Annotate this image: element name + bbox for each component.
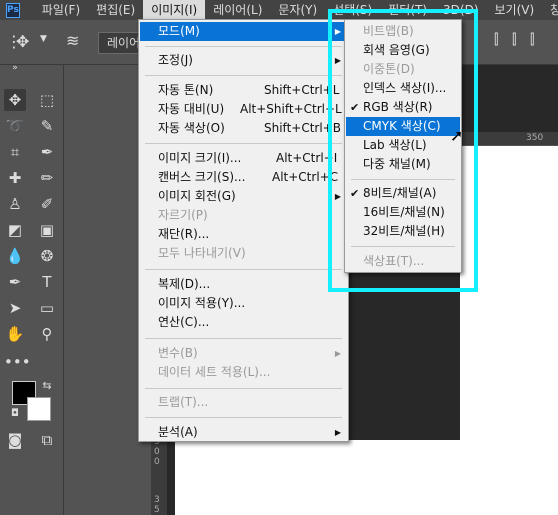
- hand-tool-icon[interactable]: ✋: [4, 323, 26, 345]
- move-tool-icon[interactable]: ✥: [16, 32, 29, 51]
- menu-item-auto-contrast[interactable]: 자동 대비(U) Alt+Shift+Ctrl+L: [140, 100, 347, 119]
- crop-tool-icon[interactable]: ⌗: [4, 141, 26, 163]
- screen-mode-icon[interactable]: ⧉: [36, 429, 58, 451]
- move-tool-icon[interactable]: ✥: [4, 89, 26, 111]
- quick-mask-icon[interactable]: ◙: [4, 429, 26, 451]
- pen-tool-icon[interactable]: ✒: [4, 271, 26, 293]
- default-colors-icon[interactable]: ◘: [4, 403, 26, 425]
- path-select-icon[interactable]: ➤: [4, 297, 26, 319]
- menu-item-label: 변수(B): [158, 346, 198, 360]
- menu-item-canvas-size[interactable]: 캔버스 크기(S)... Alt+Ctrl+C: [140, 168, 347, 187]
- menu-item-auto-tone[interactable]: 자동 톤(N) Shift+Ctrl+L: [140, 81, 347, 100]
- background-color-swatch[interactable]: [27, 397, 51, 421]
- ruler-vertical: 300 35: [151, 435, 167, 515]
- quick-select-icon[interactable]: ✎: [36, 115, 58, 137]
- menu-item-label: 이미지 적용(Y)...: [158, 296, 246, 310]
- photoshop-logo: Ps: [6, 2, 20, 18]
- rectangle-tool-icon[interactable]: ▭: [36, 297, 58, 319]
- menu-separator: [145, 143, 342, 144]
- eyedropper-icon[interactable]: ✒: [36, 141, 58, 163]
- brush-tool-icon[interactable]: ✏: [36, 167, 58, 189]
- menu-item-label: 모두 나타내기(V): [158, 246, 246, 260]
- menu-layer[interactable]: 레이어(L): [205, 0, 270, 20]
- menu-separator: [145, 269, 342, 270]
- menu-type[interactable]: 문자(Y): [270, 0, 325, 20]
- clone-stamp-icon[interactable]: ♙: [4, 193, 26, 215]
- menu-item-image-size[interactable]: 이미지 크기(I)... Alt+Ctrl+I: [140, 149, 347, 168]
- menu-item-variables: 변수(B) ▶: [140, 344, 347, 363]
- annotation-highlight-box: [328, 9, 478, 292]
- chevron-down-icon[interactable]: ▼: [40, 34, 47, 44]
- gradient-icon[interactable]: ▣: [36, 219, 58, 241]
- menu-item-label: 분석(A): [158, 425, 198, 439]
- menu-item-label: 모드(M): [158, 24, 200, 38]
- menu-view[interactable]: 보기(V): [487, 0, 543, 20]
- menu-item-reveal-all: 모두 나타내기(V): [140, 244, 347, 263]
- menu-item-adjustments[interactable]: 조정(J) ▶: [140, 51, 347, 70]
- menu-item-analysis[interactable]: 분석(A) ▶: [140, 423, 347, 442]
- menu-item-label: 재단(R)...: [158, 227, 210, 241]
- dodge-tool-icon[interactable]: ❂: [36, 245, 58, 267]
- menu-separator: [145, 417, 342, 418]
- menu-item-crop: 자르기(P): [140, 206, 347, 225]
- zoom-tool-icon[interactable]: ⚲: [36, 323, 58, 345]
- menu-item-image-rotation[interactable]: 이미지 회전(G) ▶: [140, 187, 347, 206]
- submenu-arrow-icon: ▶: [334, 428, 341, 437]
- menu-item-trim[interactable]: 재단(R)...: [140, 225, 347, 244]
- align-icon[interactable]: ⫿: [494, 32, 498, 48]
- menu-separator: [145, 46, 342, 47]
- distribute-icon[interactable]: ⫿: [530, 32, 534, 48]
- auto-select-icon[interactable]: ≋: [66, 31, 79, 50]
- layer-select[interactable]: 레이어: [98, 32, 142, 54]
- menu-item-label: 트랩(T)...: [158, 395, 209, 409]
- collapse-icon[interactable]: »: [4, 57, 26, 79]
- lasso-tool-icon[interactable]: ➰: [4, 115, 26, 137]
- menu-item-apply-image[interactable]: 이미지 적용(Y)...: [140, 294, 347, 313]
- ruler-tick-label: 35: [154, 495, 160, 515]
- menu-separator: [145, 338, 342, 339]
- menu-image[interactable]: 이미지(I): [143, 0, 206, 20]
- menu-item-apply-data-set: 데이터 세트 적용(L)...: [140, 363, 347, 382]
- menu-separator: [145, 388, 342, 389]
- menu-item-label: 자동 대비(U): [158, 102, 225, 116]
- menu-item-label: 조정(J): [158, 53, 193, 67]
- menu-edit[interactable]: 편집(E): [88, 0, 143, 20]
- more-tools-icon[interactable]: •••: [4, 351, 31, 373]
- menu-item-mode[interactable]: 모드(M) ▶: [140, 22, 347, 41]
- blur-tool-icon[interactable]: 💧: [4, 245, 26, 267]
- submenu-arrow-icon: ▶: [334, 349, 341, 358]
- menu-item-label: 연산(C)...: [158, 315, 210, 329]
- align-icon-2[interactable]: ⫿: [512, 32, 516, 48]
- menu-file[interactable]: 파일(F): [34, 0, 88, 20]
- menu-item-label: 자동 톤(N): [158, 83, 214, 97]
- document-canvas-lower[interactable]: [175, 440, 475, 515]
- menu-item-duplicate[interactable]: 복제(D)...: [140, 275, 347, 294]
- swap-colors-icon[interactable]: ⇆: [36, 375, 58, 397]
- menu-item-label: 이미지 회전(G): [158, 189, 236, 203]
- menu-item-label: 복제(D)...: [158, 277, 211, 291]
- image-menu-dropdown: 모드(M) ▶ 조정(J) ▶ 자동 톤(N) Shift+Ctrl+L 자동 …: [138, 19, 349, 442]
- menu-item-label: 이미지 크기(I)...: [158, 151, 242, 165]
- eraser-icon[interactable]: ◩: [4, 219, 26, 241]
- menu-item-calculations[interactable]: 연산(C)...: [140, 313, 347, 332]
- marquee-tool-icon[interactable]: ⬚: [36, 89, 58, 111]
- menu-item-trap: 트랩(T)...: [140, 393, 347, 412]
- tools-panel: » ✥ ⬚ ➰ ✎ ⌗ ✒ ✚ ✏ ♙ ✐ ◩ ▣ 💧 ❂ ✒ T ➤ ▭ ✋ …: [0, 63, 64, 515]
- ruler-tick-label: 350: [526, 133, 544, 143]
- menu-item-label: 캔버스 크기(S)...: [158, 170, 246, 184]
- type-tool-icon[interactable]: T: [36, 271, 58, 293]
- menu-window[interactable]: 창(W): [542, 0, 558, 20]
- menu-item-label: 데이터 세트 적용(L)...: [158, 365, 271, 379]
- menu-item-label: 자동 색상(O): [158, 121, 225, 135]
- menu-item-shortcut: Alt+Shift+Ctrl+L: [240, 102, 342, 116]
- menu-item-auto-color[interactable]: 자동 색상(O) Shift+Ctrl+B: [140, 119, 347, 138]
- history-brush-icon[interactable]: ✐: [36, 193, 58, 215]
- mouse-cursor-icon: ➚: [450, 126, 464, 145]
- menu-separator: [145, 75, 342, 76]
- healing-brush-icon[interactable]: ✚: [4, 167, 26, 189]
- menu-item-label: 자르기(P): [158, 208, 208, 222]
